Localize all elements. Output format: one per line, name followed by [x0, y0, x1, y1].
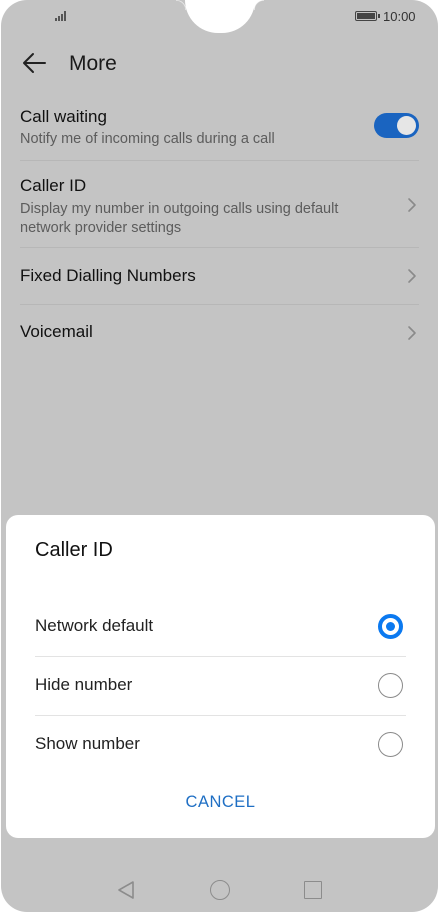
phone-screen: 10:00 More Call waiting Notify me of inc…: [1, 0, 438, 912]
cancel-button[interactable]: CANCEL: [6, 793, 435, 812]
status-time: 10:00: [383, 9, 416, 24]
option-hide-number[interactable]: Hide number: [35, 657, 406, 716]
setting-label: Fixed Dialling Numbers: [20, 266, 196, 285]
radio-unselected-icon[interactable]: [378, 673, 403, 698]
call-waiting-toggle[interactable]: [374, 113, 419, 138]
settings-list: Call waiting Notify me of incoming calls…: [1, 92, 438, 362]
chevron-right-icon: [408, 269, 416, 283]
chevron-right-icon: [408, 326, 416, 340]
battery-icon: [355, 11, 380, 21]
chevron-right-icon: [408, 198, 416, 212]
status-bar: 10:00: [1, 0, 438, 34]
nav-home-icon[interactable]: [210, 880, 230, 900]
setting-description: Notify me of incoming calls during a cal…: [20, 131, 275, 147]
signal-icon: [55, 11, 69, 21]
setting-caller-id[interactable]: Caller ID Display my number in outgoing …: [20, 161, 419, 248]
toggle-knob: [397, 116, 416, 135]
app-bar: More: [1, 36, 438, 92]
caller-id-dialog: Caller ID Network default Hide number Sh…: [6, 515, 435, 838]
page-title: More: [69, 52, 117, 75]
nav-back-icon[interactable]: [116, 880, 136, 900]
radio-selected-icon[interactable]: [378, 614, 403, 639]
setting-label: Caller ID: [20, 176, 87, 195]
dialog-title: Caller ID: [35, 539, 113, 561]
option-network-default[interactable]: Network default: [35, 598, 406, 657]
nav-recents-icon[interactable]: [304, 881, 322, 899]
setting-label: Call waiting: [20, 107, 107, 126]
setting-voicemail[interactable]: Voicemail: [20, 305, 419, 362]
option-label: Hide number: [35, 675, 133, 694]
setting-fixed-dialling-numbers[interactable]: Fixed Dialling Numbers: [20, 248, 419, 305]
system-nav-bar: [1, 862, 438, 912]
radio-unselected-icon[interactable]: [378, 732, 403, 757]
setting-call-waiting[interactable]: Call waiting Notify me of incoming calls…: [20, 92, 419, 161]
option-label: Network default: [35, 616, 154, 635]
option-show-number[interactable]: Show number: [35, 716, 406, 775]
back-arrow-icon[interactable]: [21, 52, 47, 74]
setting-label: Voicemail: [20, 322, 93, 341]
option-label: Show number: [35, 734, 140, 753]
setting-description: Display my number in outgoing calls usin…: [20, 201, 339, 236]
